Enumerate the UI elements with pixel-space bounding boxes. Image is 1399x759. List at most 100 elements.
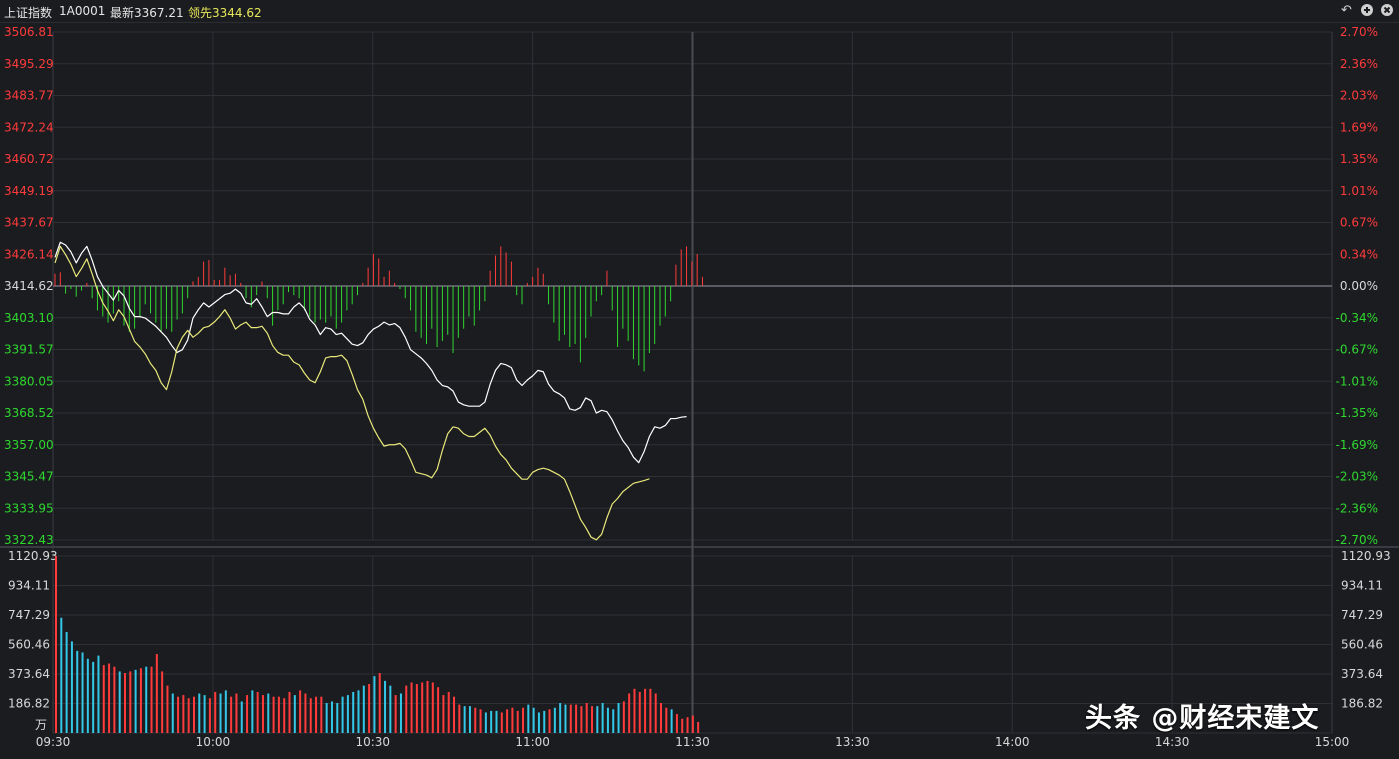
volume-tick-label-right: 1120.93 [1341,549,1391,563]
volume-bar [644,688,647,733]
volume-bar [649,688,652,733]
volume-bar [272,696,275,733]
pct-tick-label: 1.69% [1340,120,1378,134]
volume-bar [304,693,307,733]
volume-bar [123,672,126,733]
volume-bar [638,691,641,733]
volume-bar [511,707,514,733]
volume-bar [288,691,291,733]
volume-bar [442,695,445,733]
volume-bar [161,671,164,733]
volume-bar [527,704,530,733]
volume-bar [453,696,456,733]
volume-bar [224,690,227,733]
volume-bar [145,666,148,733]
price-tick-label: 3426.14 [4,247,54,261]
volume-bar [118,671,121,733]
price-tick-label: 3449.19 [4,184,54,198]
volume-bar [580,706,583,733]
latest-value: 最新3367.21 [110,6,184,20]
volume-bar [341,696,344,733]
volume-bar [564,704,567,733]
index-code: 1A0001 [59,4,106,18]
volume-bar [373,676,376,733]
volume-bar [612,709,615,733]
price-tick-label: 3380.05 [4,374,54,388]
volume-bar [490,710,493,733]
volume-bar [330,701,333,733]
price-tick-label: 3357.00 [4,438,54,452]
volume-tick-label-right: 934.11 [1341,579,1383,593]
volume-bar [686,717,689,733]
volume-tick-label: 934.11 [8,579,50,593]
volume-bar [426,680,429,733]
volume-bar [76,650,79,733]
volume-bar [277,696,280,733]
price-tick-label: 3483.77 [4,89,54,103]
volume-bar [108,663,111,733]
volume-bar [368,684,371,733]
pct-tick-label: -2.36% [1336,501,1378,515]
volume-bar [479,709,482,733]
volume-bar [415,684,418,733]
volume-bar [484,712,487,733]
intraday-chart: 3506.81 2.70% 3495.29 2.36% 3483.77 2.03% 3472… [0,25,1399,749]
zoom-in-icon[interactable] [1359,3,1374,18]
close-icon[interactable] [1379,3,1394,18]
volume-bar [325,702,328,733]
volume-bar [246,695,249,733]
volume-bar [171,693,174,733]
volume-bar [628,693,631,733]
pct-tick-label: 0.00% [1340,279,1378,293]
volume-bar [230,696,233,733]
watermark: 头条 @财经宋建文 [1085,703,1320,734]
pct-tick-label: -2.03% [1336,470,1378,484]
volume-bar [670,709,673,733]
volume-bar [691,715,694,733]
volume-bar [299,690,302,733]
volume-bar [235,693,238,733]
volume-bar [92,661,95,733]
volume-bar [155,654,158,733]
volume-bar [293,695,296,733]
volume-tick-label: 373.64 [8,667,50,681]
price-tick-label: 3472.24 [4,120,54,134]
pct-tick-label: -1.69% [1336,438,1378,452]
volume-bar [548,709,551,733]
time-tick-label: 10:30 [355,735,390,749]
volume-bar [394,695,397,733]
volume-bar [113,666,116,733]
price-tick-label: 3495.29 [4,57,54,71]
volume-bar [617,702,620,733]
price-tick-label: 3403.10 [4,311,54,325]
undo-icon[interactable]: ↶ [1339,3,1354,18]
volume-bar [458,704,461,733]
volume-bar [139,668,142,733]
volume-bar [102,665,105,733]
volume-bar [421,682,424,733]
volume-bar [357,690,360,733]
pct-tick-label: -1.01% [1336,374,1378,388]
chart-header: 上证指数 1A0001 最新3367.21 领先3344.62 ↶ [0,0,1399,23]
volume-bar [410,682,413,733]
volume-bar [134,669,137,733]
price-tick-label: 3414.62 [4,279,54,293]
volume-bar [81,652,84,733]
index-name: 上证指数 [4,6,53,20]
volume-bar [601,702,604,733]
pct-tick-label: 0.34% [1340,247,1378,261]
volume-bar [474,707,477,733]
volume-bar [575,704,578,733]
volume-bar [192,696,195,733]
volume-bar [622,701,625,733]
pct-tick-label: 1.01% [1340,184,1378,198]
volume-bar [214,691,217,733]
price-tick-label: 3333.95 [4,501,54,515]
volume-bar [500,712,503,733]
volume-bar [447,691,450,733]
volume-bar [267,693,270,733]
volume-bar [208,698,211,733]
pct-tick-label: -0.67% [1336,343,1378,357]
price-tick-label: 3460.72 [4,152,54,166]
volume-bar [55,556,57,733]
